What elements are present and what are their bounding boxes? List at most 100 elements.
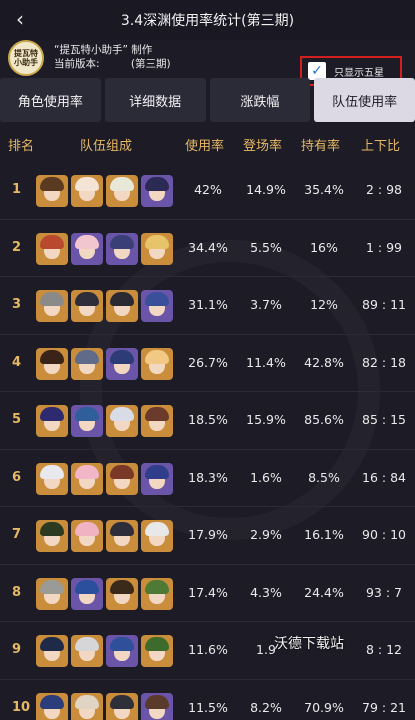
up-down-ratio: 8 : 12 xyxy=(365,642,403,657)
table-row: 5 18.5% 15.9% 85.6% 85 : 15 xyxy=(0,392,415,450)
rank-number: 3 xyxy=(12,297,22,312)
character-avatar xyxy=(106,290,138,322)
usage-rate: 11.6% xyxy=(188,642,228,657)
column-ownership: 持有率 xyxy=(301,139,341,154)
page-title: 3.4深渊使用率统计(第三期) xyxy=(120,13,295,29)
character-avatar xyxy=(71,692,103,720)
ownership-rate: 70.9% xyxy=(304,699,344,715)
table-row: 1 42% 14.9% 35.4% 2 : 98 xyxy=(0,162,415,220)
tab-character-usage[interactable]: 角色使用率 xyxy=(0,78,101,122)
character-avatar xyxy=(106,405,138,437)
character-avatar xyxy=(106,347,138,380)
rank-number: 9 xyxy=(12,642,22,657)
rank-number: 8 xyxy=(12,584,22,600)
team-members xyxy=(36,347,173,380)
character-avatar xyxy=(106,520,138,552)
appearance-rate: 4.3% xyxy=(250,584,282,600)
five-star-filter-label: 只显示五星 xyxy=(334,67,384,79)
team-members xyxy=(36,175,173,207)
up-down-ratio: 93 : 7 xyxy=(365,584,403,600)
usage-rate: 18.3% xyxy=(188,469,228,485)
character-avatar xyxy=(141,232,173,265)
team-members xyxy=(36,577,173,610)
team-members xyxy=(36,692,173,720)
rank-number: 1 xyxy=(12,182,22,197)
logo-text-line-2: 小助手 xyxy=(14,58,38,67)
character-avatar xyxy=(71,635,103,667)
up-down-ratio: 90 : 10 xyxy=(362,527,406,542)
appearance-rate: 8.2% xyxy=(250,699,282,715)
column-team: 队伍组成 xyxy=(80,139,133,154)
character-avatar xyxy=(71,232,103,265)
ownership-rate: 12% xyxy=(310,297,338,312)
table-row: 8 17.4% 4.3% 24.4% 93 : 7 xyxy=(0,565,415,622)
column-appearance: 登场率 xyxy=(243,139,283,154)
character-avatar xyxy=(36,462,68,495)
table-row: 4 26.7% 11.4% 42.8% 82 : 18 xyxy=(0,335,415,392)
up-down-ratio: 16 : 84 xyxy=(362,469,406,485)
character-avatar xyxy=(71,577,103,610)
ownership-rate: 42.8% xyxy=(304,354,344,370)
usage-rate: 42% xyxy=(194,182,222,197)
appearance-rate: 1.6% xyxy=(250,469,282,485)
character-avatar xyxy=(141,692,173,720)
rank-number: 6 xyxy=(12,469,22,485)
version-label: 当前版本: xyxy=(54,58,100,70)
character-avatar xyxy=(71,405,103,437)
character-avatar xyxy=(141,577,173,610)
table-row: 6 18.3% 1.6% 8.5% 16 : 84 xyxy=(0,450,415,507)
logo-text-line-1: 提瓦特 xyxy=(14,49,38,58)
appearance-rate: 3.7% xyxy=(250,297,282,312)
ownership-rate: 16% xyxy=(310,239,338,255)
up-down-ratio: 79 : 21 xyxy=(362,699,406,715)
appearance-rate: 14.9% xyxy=(246,182,286,197)
watermark: 沃德下载站 xyxy=(274,636,344,652)
character-avatar xyxy=(141,347,173,380)
top-bar: ‹ 3.4深渊使用率统计(第三期) xyxy=(0,0,415,40)
character-avatar xyxy=(36,347,68,380)
character-avatar xyxy=(71,347,103,380)
character-avatar xyxy=(141,405,173,437)
character-avatar xyxy=(141,175,173,207)
rank-number: 2 xyxy=(12,239,22,255)
table-row: 10 11.5% 8.2% 70.9% 79 : 21 xyxy=(0,680,415,720)
rank-number: 4 xyxy=(12,354,22,370)
version-period: (第三期) xyxy=(130,58,171,70)
table-header: 排名 队伍组成 使用率 登场率 持有率 上下比 xyxy=(0,127,415,159)
appearance-rate: 11.4% xyxy=(246,354,286,370)
table-row: 2 34.4% 5.5% 16% 1 : 99 xyxy=(0,220,415,277)
character-avatar xyxy=(106,635,138,667)
tab-bar: 角色使用率 详细数据 涨跌幅 队伍使用率 xyxy=(0,78,415,122)
app-logo: 提瓦特 小助手 xyxy=(8,40,44,76)
up-down-ratio: 85 : 15 xyxy=(362,412,406,427)
character-avatar xyxy=(36,175,68,207)
ownership-rate: 24.4% xyxy=(304,584,344,600)
ownership-rate: 85.6% xyxy=(304,412,344,427)
character-avatar xyxy=(106,692,138,720)
character-avatar xyxy=(106,577,138,610)
character-avatar xyxy=(36,232,68,265)
up-down-ratio: 1 : 99 xyxy=(365,239,403,255)
usage-rate: 18.5% xyxy=(188,412,228,427)
tab-detailed-data[interactable]: 详细数据 xyxy=(104,78,206,122)
character-avatar xyxy=(141,635,173,667)
tab-team-usage[interactable]: 队伍使用率 xyxy=(314,78,415,122)
ownership-rate: 8.5% xyxy=(308,469,340,485)
character-avatar xyxy=(141,290,173,322)
usage-rate: 34.4% xyxy=(188,239,228,255)
ownership-rate: 16.1% xyxy=(304,527,344,542)
character-avatar xyxy=(71,175,103,207)
appearance-rate: 15.9% xyxy=(246,412,286,427)
character-avatar xyxy=(106,175,138,207)
version-info: 当前版本: (第三期) xyxy=(54,56,171,71)
character-avatar xyxy=(71,520,103,552)
ownership-rate: 35.4% xyxy=(304,182,344,197)
rank-number: 10 xyxy=(12,699,31,715)
usage-rate: 26.7% xyxy=(188,354,228,370)
usage-rate: 17.4% xyxy=(188,584,228,600)
character-avatar xyxy=(36,405,68,437)
column-usage: 使用率 xyxy=(185,139,225,154)
rank-number: 5 xyxy=(12,412,22,427)
tab-rise-fall[interactable]: 涨跌幅 xyxy=(209,78,311,122)
character-avatar xyxy=(71,290,103,322)
